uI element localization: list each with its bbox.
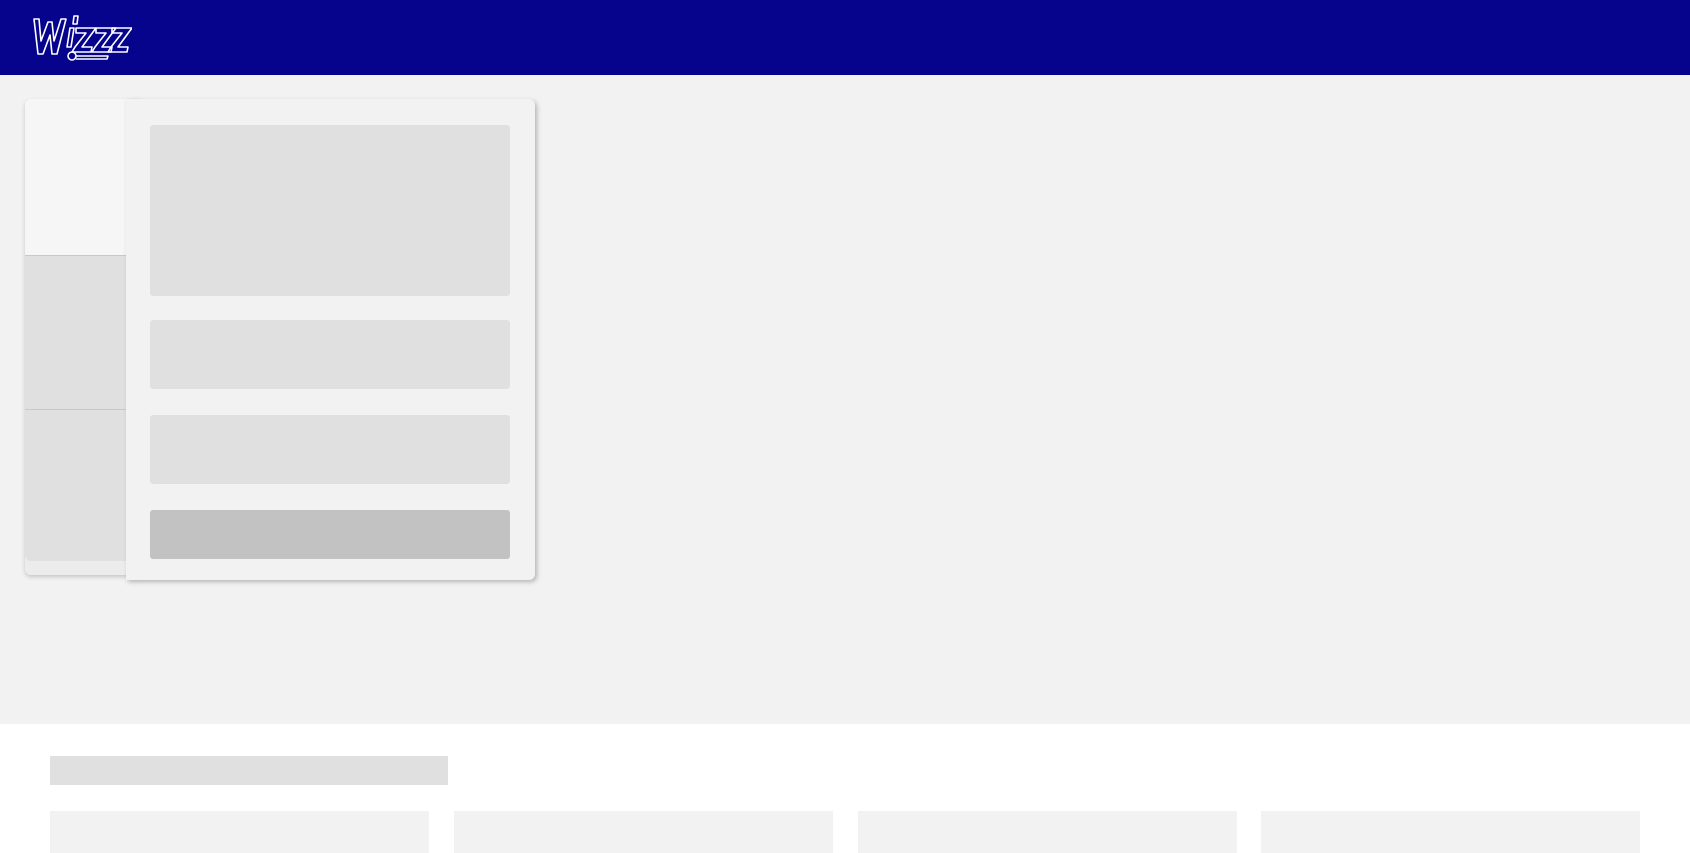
skeleton-search-button <box>150 510 510 559</box>
skeleton-section-title <box>50 756 448 785</box>
skeleton-offer-tile <box>454 811 833 853</box>
wizz-logo[interactable] <box>30 14 132 62</box>
skeleton-offer-tile <box>1261 811 1640 853</box>
skeleton-date-field <box>150 320 510 389</box>
booking-panel <box>126 99 535 580</box>
site-header <box>0 0 1690 75</box>
skeleton-passengers-field <box>150 415 510 484</box>
skeleton-offer-tile <box>858 811 1237 853</box>
skeleton-offer-tile <box>50 811 429 853</box>
skeleton-route-fields <box>150 125 510 296</box>
